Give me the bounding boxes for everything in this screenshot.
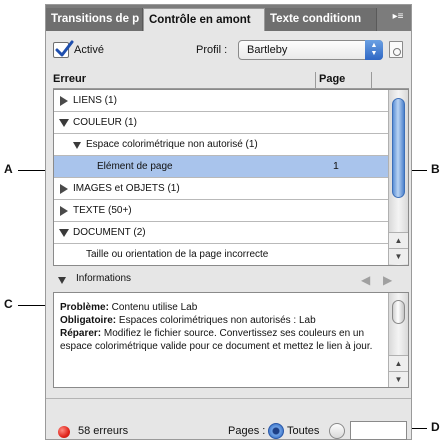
- info-section-label[interactable]: Informations: [76, 273, 131, 284]
- pages-range-radio[interactable]: [329, 423, 345, 439]
- next-arrow-icon[interactable]: ▶: [383, 273, 392, 287]
- fix-value: Modifiez le fichier source. Convertissez…: [60, 328, 373, 352]
- required-value: Espaces colorimétriques non autorisés : …: [116, 315, 316, 326]
- column-header-page[interactable]: Page: [319, 73, 345, 85]
- footer-divider: [46, 398, 411, 399]
- column-divider: [371, 72, 372, 88]
- pages-all-label: Toutes: [287, 425, 320, 437]
- tab-preflight[interactable]: Contrôle en amont: [143, 8, 265, 31]
- error-list: LIENS (1) COULEUR (1) Espace colorimétri…: [53, 89, 409, 266]
- scrollbar-thumb[interactable]: [392, 98, 405, 198]
- scroll-down-icon[interactable]: ▼: [389, 371, 408, 387]
- row-label: LIENS (1): [73, 95, 117, 106]
- scrollbar-thumb[interactable]: [392, 300, 405, 324]
- list-row-color[interactable]: COULEUR (1): [54, 112, 389, 134]
- list-row-document[interactable]: DOCUMENT (2): [54, 222, 389, 244]
- info-text: Problème: Contenu utilise Lab Obligatoir…: [60, 301, 385, 353]
- list-row-links[interactable]: LIENS (1): [54, 90, 389, 112]
- row-label: COULEUR (1): [73, 117, 137, 128]
- error-status-icon: [58, 426, 70, 438]
- error-count: 58 erreurs: [78, 425, 129, 437]
- callout-d: D: [431, 420, 440, 434]
- problem-value: Contenu utilise Lab: [108, 302, 198, 313]
- tab-page-transitions[interactable]: Transitions de p: [46, 8, 143, 31]
- expand-triangle-icon[interactable]: [60, 184, 68, 194]
- dropdown-arrows-icon: ▲ ▼: [365, 40, 383, 60]
- list-row-images-objects[interactable]: IMAGES et OBJETS (1): [54, 178, 389, 200]
- problem-key: Problème:: [60, 302, 109, 313]
- callout-c: C: [4, 297, 13, 311]
- callout-a: A: [4, 162, 13, 176]
- collapse-triangle-icon[interactable]: [59, 229, 69, 237]
- profile-select[interactable]: Bartleby ▲ ▼: [238, 40, 383, 60]
- info-box: Problème: Contenu utilise Lab Obligatoir…: [53, 292, 409, 388]
- active-label: Activé: [74, 44, 104, 56]
- row-label: TEXTE (50+): [73, 205, 132, 216]
- define-profiles-icon[interactable]: [389, 41, 403, 58]
- callout-b: B: [431, 162, 440, 176]
- tab-bar: Transitions de p Contrôle en amont Texte…: [46, 5, 411, 31]
- expand-triangle-icon[interactable]: [60, 96, 68, 106]
- column-header-error[interactable]: Erreur: [53, 73, 86, 85]
- list-row-page-size[interactable]: Taille ou orientation de la page incorre…: [54, 244, 389, 265]
- fix-key: Réparer:: [60, 328, 102, 339]
- list-row-page-element[interactable]: Elément de page 1: [54, 156, 389, 178]
- column-divider: [315, 72, 316, 88]
- info-scrollbar[interactable]: ▲ ▼: [388, 293, 408, 387]
- list-row-text[interactable]: TEXTE (50+): [54, 200, 389, 222]
- pages-label: Pages :: [228, 425, 266, 437]
- scroll-up-icon[interactable]: ▲: [389, 355, 408, 371]
- scroll-up-icon[interactable]: ▲: [389, 232, 408, 248]
- row-page-link[interactable]: 1: [333, 156, 339, 177]
- panel-menu-icon[interactable]: ▸≡: [390, 11, 406, 23]
- preflight-panel: Transitions de p Contrôle en amont Texte…: [45, 4, 412, 440]
- row-label: Elément de page: [97, 161, 173, 172]
- tab-conditional-text[interactable]: Texte conditionn: [265, 8, 377, 31]
- collapse-triangle-icon[interactable]: [73, 142, 81, 149]
- collapse-triangle-icon[interactable]: [59, 119, 69, 127]
- previous-arrow-icon[interactable]: ◀: [361, 273, 370, 287]
- required-key: Obligatoire:: [60, 315, 117, 326]
- list-row-color-space[interactable]: Espace colorimétrique non autorisé (1): [54, 134, 389, 156]
- row-label: DOCUMENT (2): [73, 227, 146, 238]
- row-label: Taille ou orientation de la page incorre…: [86, 249, 269, 260]
- info-collapse-triangle-icon[interactable]: [58, 277, 66, 284]
- page-range-input[interactable]: [350, 421, 407, 440]
- expand-triangle-icon[interactable]: [60, 206, 68, 216]
- active-checkbox[interactable]: [53, 40, 74, 58]
- profile-label: Profil :: [196, 44, 228, 56]
- checkmark-icon: [55, 40, 74, 57]
- error-list-header: Erreur Page: [53, 72, 409, 89]
- scroll-down-icon[interactable]: ▼: [389, 248, 408, 264]
- pages-all-radio[interactable]: [268, 423, 284, 439]
- profile-value: Bartleby: [247, 44, 288, 56]
- row-label: IMAGES et OBJETS (1): [73, 183, 180, 194]
- error-list-scrollbar[interactable]: ▲ ▼: [388, 90, 408, 265]
- row-label: Espace colorimétrique non autorisé (1): [86, 139, 258, 150]
